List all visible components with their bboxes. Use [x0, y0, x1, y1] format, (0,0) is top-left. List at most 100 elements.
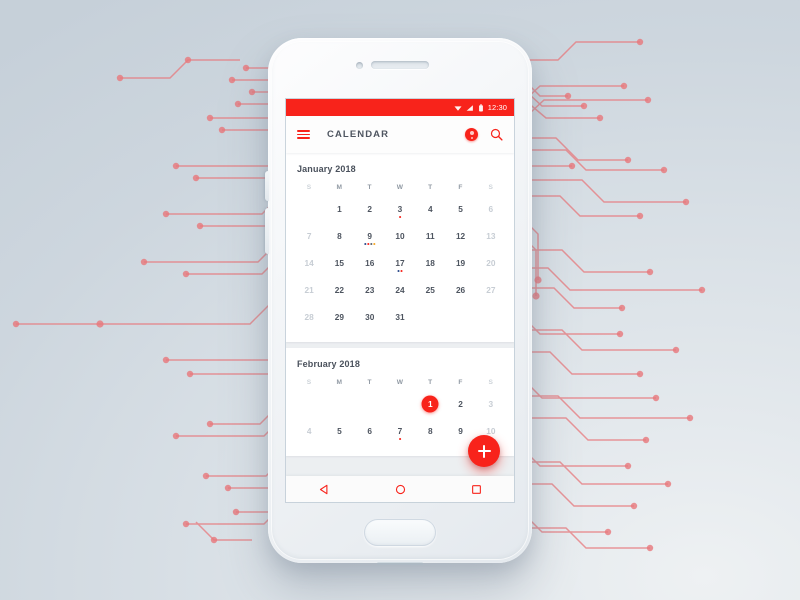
- calendar-day[interactable]: 24: [385, 281, 415, 298]
- calendar-day[interactable]: 19: [445, 254, 475, 271]
- day-number: 9: [367, 230, 373, 241]
- android-navigation-bar: [286, 476, 514, 502]
- day-number: 11: [425, 230, 435, 241]
- calendar-day[interactable]: 28: [294, 308, 324, 325]
- calendar-day[interactable]: 3: [476, 395, 506, 412]
- home-nav-button[interactable]: [382, 484, 418, 495]
- day-number: 22: [334, 284, 345, 295]
- day-number: 1: [337, 203, 342, 214]
- calendar-day[interactable]: 10: [385, 227, 415, 244]
- day-of-week-label: T: [367, 184, 372, 191]
- calendar-day[interactable]: 20: [476, 254, 506, 271]
- calendar-day[interactable]: 31: [385, 308, 415, 325]
- calendar-day[interactable]: 1: [324, 200, 354, 217]
- event-dot: [367, 243, 370, 245]
- volume-button[interactable]: [265, 208, 269, 254]
- day-number: 8: [337, 230, 342, 241]
- menu-line: [297, 133, 310, 136]
- calendar-day[interactable]: 3: [385, 200, 415, 218]
- calendar-day[interactable]: 9: [445, 422, 475, 439]
- day-number: 15: [334, 257, 345, 268]
- day-number: 30: [365, 311, 375, 322]
- recents-square-icon: [471, 484, 481, 494]
- calendar-day[interactable]: 15: [324, 254, 354, 271]
- calendar-day[interactable]: 6: [355, 422, 385, 439]
- calendar-day[interactable]: 23: [355, 281, 385, 298]
- avatar[interactable]: [465, 128, 478, 141]
- day-of-week-label: T: [367, 379, 372, 386]
- calendar-day[interactable]: 9: [355, 227, 385, 245]
- calendar-week-row: 21 22 23 24 25 26 27: [294, 281, 506, 298]
- power-button[interactable]: [265, 171, 269, 201]
- event-dot: [399, 216, 401, 218]
- calendar-scroll-area[interactable]: January 2018 S M T W T F S 1 2 3 4 5 6 7 8 9 10 11 12 13 14 15…: [286, 153, 514, 476]
- status-time: 12:30: [487, 102, 507, 112]
- calendar-day[interactable]: 2: [445, 395, 475, 412]
- event-dots: [364, 243, 376, 245]
- hamburger-menu-icon[interactable]: [297, 130, 310, 139]
- day-number: 16: [365, 257, 375, 268]
- calendar-day[interactable]: 25: [415, 281, 445, 298]
- calendar-day[interactable]: 26: [445, 281, 475, 298]
- calendar-day-empty: [294, 395, 324, 412]
- day-number: 1: [427, 398, 433, 409]
- day-number: 29: [334, 311, 345, 322]
- calendar-day[interactable]: 8: [415, 422, 445, 439]
- menu-line: [297, 130, 310, 132]
- calendar-day[interactable]: 30: [355, 308, 385, 325]
- calendar-day[interactable]: 5: [445, 200, 475, 217]
- calendar-day[interactable]: 29: [324, 308, 354, 325]
- recents-button[interactable]: [458, 484, 494, 495]
- day-number: 5: [337, 425, 342, 436]
- event-dot: [364, 243, 366, 245]
- event-dots: [399, 438, 401, 440]
- day-number: 21: [304, 284, 314, 295]
- calendar-day[interactable]: 21: [294, 281, 324, 298]
- battery-icon: [478, 103, 483, 112]
- months-container: January 2018 S M T W T F S 1 2 3 4 5 6 7 8 9 10 11 12 13 14 15…: [286, 153, 514, 456]
- search-icon[interactable]: [490, 128, 503, 141]
- calendar-day[interactable]: 16: [355, 254, 385, 271]
- day-number: 7: [306, 230, 312, 241]
- month-title: February 2018: [297, 359, 360, 369]
- back-button[interactable]: [306, 484, 342, 495]
- app-bar: CALENDAR: [286, 116, 514, 153]
- calendar-day[interactable]: 4: [415, 200, 445, 217]
- calendar-day[interactable]: 18: [415, 254, 445, 271]
- calendar-day[interactable]: 11: [415, 227, 445, 244]
- page-title: CALENDAR: [327, 129, 390, 140]
- calendar-day[interactable]: 14: [294, 254, 324, 271]
- day-of-week-label: F: [458, 184, 463, 191]
- calendar-day[interactable]: 7: [294, 227, 324, 244]
- calendar-day[interactable]: 8: [324, 227, 354, 244]
- calendar-week-row: 4 5 6 7 8 9 10: [294, 422, 506, 440]
- home-button[interactable]: [364, 519, 436, 546]
- event-dots: [399, 216, 401, 218]
- calendar-day[interactable]: 7: [385, 422, 415, 440]
- month-card: January 2018 S M T W T F S 1 2 3 4 5 6 7 8 9 10 11 12 13 14 15…: [286, 153, 514, 342]
- calendar-day-empty: [294, 200, 324, 217]
- calendar-day[interactable]: 12: [445, 227, 475, 244]
- front-camera-icon: [356, 62, 363, 69]
- calendar-day-selected[interactable]: 1: [415, 395, 445, 412]
- day-of-week-label: M: [336, 379, 343, 386]
- calendar-day[interactable]: 22: [324, 281, 354, 298]
- menu-line: [297, 137, 310, 139]
- calendar-day[interactable]: 17: [385, 254, 415, 272]
- day-number: 13: [486, 230, 496, 241]
- day-number: 24: [395, 284, 405, 295]
- calendar-day[interactable]: 4: [294, 422, 324, 439]
- calendar-day-empty: [385, 395, 415, 412]
- day-number: 4: [427, 203, 433, 214]
- calendar-day[interactable]: 2: [355, 200, 385, 217]
- day-of-week-label: T: [428, 184, 433, 191]
- add-event-fab[interactable]: [468, 435, 500, 467]
- day-number: 25: [425, 284, 435, 295]
- calendar-day[interactable]: 6: [476, 200, 506, 217]
- day-number: 26: [455, 284, 466, 295]
- calendar-day[interactable]: 27: [476, 281, 506, 298]
- calendar-day[interactable]: 5: [324, 422, 354, 439]
- day-of-week-label: S: [488, 379, 494, 386]
- calendar-day[interactable]: 13: [476, 227, 506, 244]
- day-of-week-header-row: SMTWTFS: [294, 184, 506, 191]
